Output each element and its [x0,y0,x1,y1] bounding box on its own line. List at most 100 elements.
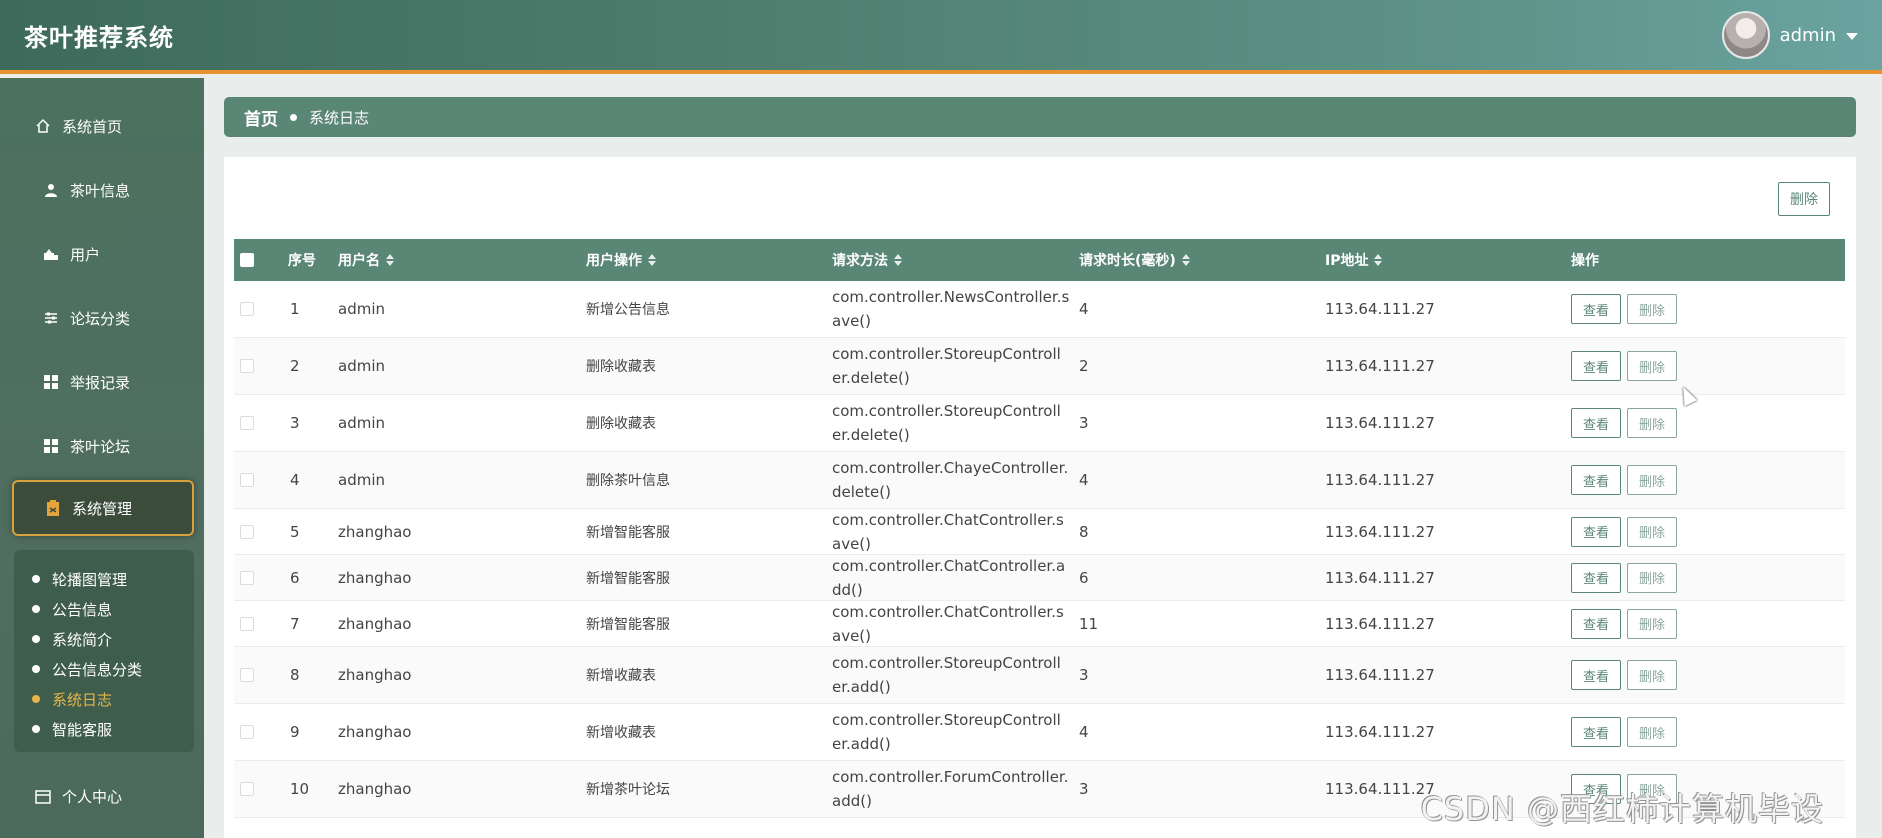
user-name[interactable]: admin [1780,25,1836,46]
submenu-item-notice-category[interactable]: 公告信息分类 [14,654,194,684]
column-header-operation[interactable]: 用户操作 [586,239,656,281]
delete-button[interactable]: 删除 [1627,562,1677,593]
view-button[interactable]: 查看 [1571,516,1621,547]
avatar[interactable] [1721,11,1770,59]
row-checkbox[interactable] [240,416,254,430]
row-select-cell [240,338,254,394]
delete-button[interactable]: 删除 [1627,660,1677,690]
app-title: 茶叶推荐系统 [24,24,174,52]
view-button[interactable]: 查看 [1571,465,1621,495]
view-button[interactable]: 查看 [1571,294,1621,324]
cell-operation: 新增智能客服 [586,524,670,541]
cell-ip: 113.64.111.27 [1325,522,1435,541]
row-checkbox[interactable] [240,570,254,585]
submenu-item-notice[interactable]: 公告信息 [14,594,194,624]
user-menu[interactable]: admin [1721,11,1858,59]
column-header-ip[interactable]: IP地址 [1325,239,1383,281]
cell-method-wrap: com.controller.StoreupController.add() [832,704,1070,760]
cell-actions: 查看 删除 [1571,452,1683,508]
submenu-item-system-log[interactable]: 系统日志 [14,684,194,714]
column-header-method[interactable]: 请求方法 [832,239,902,281]
cell-method-wrap: com.controller.ChatController.save() [832,509,1070,554]
view-button[interactable]: 查看 [1571,562,1621,593]
sidebar-item-label: 茶叶信息 [70,181,131,200]
delete-button[interactable]: 删除 [1627,717,1677,747]
column-header-label: 操作 [1571,253,1599,269]
cell-no: 8 [290,666,300,684]
sidebar-item-reports[interactable]: 举报记录 [12,354,194,410]
sort-icon[interactable] [1181,254,1190,266]
sort-icon[interactable] [894,254,902,266]
submenu-item-banner[interactable]: 轮播图管理 [14,564,194,594]
bullet-icon [32,725,40,733]
view-button[interactable]: 查看 [1571,717,1621,747]
sidebar-item-home[interactable]: 系统首页 [12,98,194,154]
row-select-cell [240,761,254,817]
cell-ip: 113.64.111.27 [1325,568,1435,587]
cell-ip: 113.64.111.27 [1325,723,1435,741]
row-checkbox[interactable] [240,616,254,631]
select-all-checkbox[interactable] [240,253,254,267]
delete-button[interactable]: 删除 [1627,351,1677,381]
column-header-label: 请求时长(毫秒) [1079,253,1176,269]
sort-icon[interactable] [1374,254,1383,266]
system-management-submenu: 轮播图管理 公告信息 系统简介 公告信息分类 系统日志 智能客服 [14,550,194,752]
view-button[interactable]: 查看 [1571,608,1621,639]
row-checkbox[interactable] [240,782,254,796]
row-checkbox[interactable] [240,668,254,682]
sort-icon[interactable] [648,254,656,266]
row-checkbox[interactable] [240,359,254,373]
sidebar-item-system-management[interactable]: 系统管理 [12,480,194,536]
column-header-username[interactable]: 用户名 [338,239,394,281]
cell-method: com.controller.StoreupController.delete(… [832,345,1061,387]
sidebar-item-personal-center[interactable]: 个人中心 [12,768,194,824]
sort-icon[interactable] [386,254,394,266]
content-panel: 删除 序号 用户名 用户操作 请求方法 请求时长(毫秒) IP地址 操作 1 ad… [224,157,1856,838]
cell-operation: 删除收藏表 [586,416,656,432]
delete-button[interactable]: 删除 [1627,465,1677,495]
sidebar-item-forum-category[interactable]: 论坛分类 [12,290,194,346]
cell-method-wrap: com.controller.StoreupController.add() [832,647,1070,703]
bulk-delete-button[interactable]: 删除 [1778,182,1830,216]
column-header-duration[interactable]: 请求时长(毫秒) [1079,239,1190,281]
breadcrumb-home[interactable]: 首页 [244,105,278,130]
view-button[interactable]: 查看 [1571,660,1621,690]
bullet-icon [32,635,40,643]
row-checkbox[interactable] [240,473,254,487]
cell-method: com.controller.StoreupController.add() [832,654,1061,696]
row-select-cell [240,452,254,508]
cell-no: 9 [290,723,300,741]
cell-no: 3 [290,414,300,432]
sidebar-item-label: 系统首页 [62,117,123,136]
view-button[interactable]: 查看 [1571,408,1621,438]
column-header-no: 序号 [288,239,316,281]
sidebar-item-label: 系统管理 [72,499,133,518]
delete-button[interactable]: 删除 [1627,408,1677,438]
cell-duration: 4 [1079,723,1089,741]
cell-method-wrap: com.controller.StoreupController.delete(… [832,395,1070,451]
view-button[interactable]: 查看 [1571,351,1621,381]
delete-button[interactable]: 删除 [1627,608,1677,639]
delete-button[interactable]: 删除 [1627,294,1677,324]
row-select-cell [240,395,254,451]
sidebar-item-users[interactable]: 用户 [12,226,194,282]
cell-duration: 3 [1079,414,1089,432]
cell-operation: 新增智能客服 [586,570,670,587]
submenu-item-intro[interactable]: 系统简介 [14,624,194,654]
home-icon [34,117,52,135]
row-checkbox[interactable] [240,524,254,539]
submenu-item-label: 轮播图管理 [52,570,128,589]
row-select-cell [240,555,254,600]
row-checkbox[interactable] [240,302,254,316]
grid-icon [42,437,60,455]
sidebar-item-label: 举报记录 [70,373,131,392]
chevron-down-icon[interactable] [1846,32,1858,40]
sidebar-item-tea-forum[interactable]: 茶叶论坛 [12,418,194,474]
row-checkbox[interactable] [240,725,254,739]
submenu-item-chatbot[interactable]: 智能客服 [14,714,194,744]
submenu-item-label: 系统日志 [52,690,113,709]
sidebar-item-tea-info[interactable]: 茶叶信息 [12,162,194,218]
delete-button[interactable]: 删除 [1627,516,1677,547]
sidebar-item-label: 论坛分类 [70,309,131,328]
cell-method: com.controller.ChatController.save() [832,510,1064,553]
